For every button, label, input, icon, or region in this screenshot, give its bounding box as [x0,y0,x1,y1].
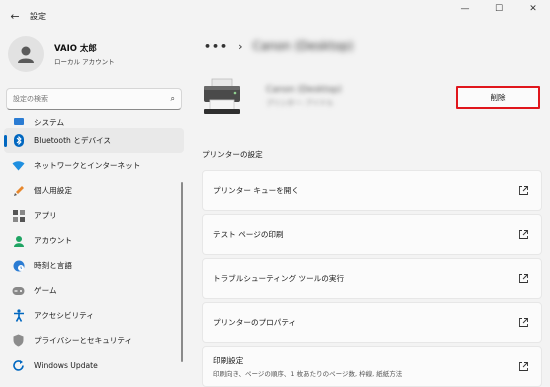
sidebar-item-label: プライバシーとセキュリティ [34,336,133,345]
sidebar-item-label: Windows Update [34,361,98,370]
chevron-right-icon: › [238,39,243,53]
row-label: トラブルシューティング ツールの実行 [213,274,345,283]
avatar [8,36,44,72]
user-profile[interactable]: VAIO 太郎 ローカル アカウント [8,36,115,72]
row-label: プリンター キューを開く [213,186,299,195]
open-print-queue-row[interactable]: プリンター キューを開く [202,170,542,211]
sidebar-item-privacy[interactable]: プライバシーとセキュリティ [4,328,184,353]
sidebar-item-label: 時刻と言語 [34,261,72,270]
sidebar-item-bluetooth[interactable]: Bluetooth とデバイス [4,128,184,153]
close-button[interactable]: ✕ [516,0,550,18]
device-header: Canon (Desktop) プリンター: アイドル [202,76,342,116]
row-label: テスト ページの印刷 [213,230,284,239]
sidebar-item-label: システム [34,118,65,127]
sidebar: VAIO 太郎 ローカル アカウント ⌕ システム Bluetooth とデバイ… [0,32,188,387]
sidebar-item-label: ゲーム [34,286,57,295]
user-avatar-icon [18,46,34,63]
back-button[interactable]: ← [4,5,26,27]
breadcrumb: ••• › Canon (Desktop) [204,36,353,56]
delete-button[interactable]: 削除 [456,86,540,109]
external-link-icon [519,318,528,327]
printing-preferences-row[interactable]: 印刷設定 印刷向き、ページの順序、1 枚あたりのページ数, 枠線, 紙紙方法 [202,346,542,387]
globe-clock-icon [12,259,25,272]
sidebar-item-label: ネットワークとインターネット [34,161,141,170]
sidebar-item-system[interactable]: システム [4,114,184,128]
external-link-icon [519,274,528,283]
back-arrow-icon: ← [10,9,20,23]
title-bar: ← 設定 — ☐ ✕ [0,0,550,32]
external-link-icon [519,186,528,195]
printer-settings-list: プリンター キューを開く テスト ページの印刷 トラブルシューティング ツールの… [202,170,542,387]
row-label: プリンターのプロパティ [213,318,297,327]
system-icon [12,115,25,128]
minimize-icon: — [460,4,470,14]
profile-account-type: ローカル アカウント [54,58,115,66]
device-status: プリンター: アイドル [266,98,334,107]
minimize-button[interactable]: — [448,0,482,18]
apps-icon [12,209,25,222]
sidebar-item-label: アクセシビリティ [34,311,94,320]
row-label: 印刷設定 [213,356,244,365]
sidebar-item-label: アプリ [34,211,57,220]
accessibility-icon [12,309,25,322]
search-input[interactable] [13,95,171,103]
external-link-icon [519,362,528,371]
run-troubleshooter-row[interactable]: トラブルシューティング ツールの実行 [202,258,542,299]
sidebar-item-time-language[interactable]: 時刻と言語 [4,253,184,278]
section-title: プリンターの設定 [202,150,263,159]
breadcrumb-overflow-button[interactable]: ••• [204,40,228,53]
search-icon[interactable]: ⌕ [171,94,175,104]
sidebar-item-accounts[interactable]: アカウント [4,228,184,253]
brush-icon [12,184,25,197]
gamepad-icon [12,284,25,297]
profile-name: VAIO 太郎 [54,44,97,54]
printer-properties-row[interactable]: プリンターのプロパティ [202,302,542,343]
sidebar-item-apps[interactable]: アプリ [4,203,184,228]
device-name: Canon (Desktop) [266,84,342,95]
app-title: 設定 [30,11,46,21]
shield-icon [12,334,25,347]
page-title: Canon (Desktop) [252,39,354,53]
printer-icon [204,78,240,114]
sidebar-item-label: Bluetooth とデバイス [34,136,112,145]
maximize-button[interactable]: ☐ [482,0,516,18]
sidebar-item-gaming[interactable]: ゲーム [4,278,184,303]
window-controls: — ☐ ✕ [448,0,550,18]
external-link-icon [519,230,528,239]
sidebar-item-personalization[interactable]: 個人用設定 [4,178,184,203]
maximize-icon: ☐ [494,4,504,14]
sidebar-scrollbar[interactable] [181,182,183,362]
bluetooth-icon [12,134,25,147]
main-content: ••• › Canon (Desktop) Canon (Desktop) プリ… [194,32,550,387]
account-icon [12,234,25,247]
row-description: 印刷向き、ページの順序、1 枚あたりのページ数, 枠線, 紙紙方法 [213,370,403,378]
update-icon [12,359,25,372]
sidebar-item-accessibility[interactable]: アクセシビリティ [4,303,184,328]
wifi-icon [12,159,25,172]
sidebar-item-network[interactable]: ネットワークとインターネット [4,153,184,178]
sidebar-item-label: アカウント [34,236,72,245]
close-icon: ✕ [529,4,537,14]
sidebar-item-label: 個人用設定 [34,186,72,195]
search-box[interactable]: ⌕ [6,88,182,110]
sidebar-item-windows-update[interactable]: Windows Update [4,353,184,378]
sidebar-nav: システム Bluetooth とデバイス ネットワークとインターネット 個人用設… [4,114,184,378]
print-test-page-row[interactable]: テスト ページの印刷 [202,214,542,255]
